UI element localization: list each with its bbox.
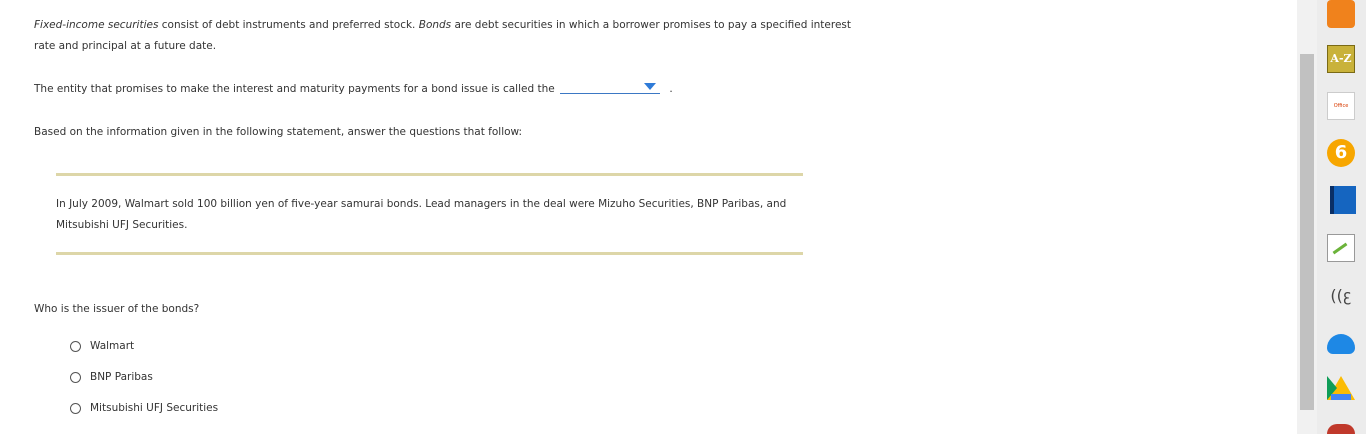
option-label: Mitsubishi UFJ Securities (90, 402, 219, 414)
option-label: BNP Paribas (90, 371, 153, 383)
question-1: The entity that promises to make the int… (34, 79, 673, 100)
six-icon[interactable]: 6 (1327, 139, 1355, 167)
intro-paragraph: Fixed-income securities consist of debt … (34, 15, 854, 57)
a-z-dictionary-icon[interactable]: A-Z (1327, 45, 1355, 73)
question-2: Who is the issuer of the bonds? (34, 303, 200, 315)
dropdown-caret-icon[interactable] (644, 83, 657, 90)
radio-button[interactable] (70, 341, 81, 352)
statement-bottom-rule (56, 252, 803, 255)
answer-dropdown[interactable] (560, 79, 661, 94)
rss-icon[interactable] (1327, 0, 1355, 28)
option-mitsubishi-ufj[interactable]: Mitsubishi UFJ Securities (70, 398, 218, 429)
book-icon[interactable] (1330, 186, 1356, 214)
instruction-text: Based on the information given in the fo… (34, 126, 523, 138)
onedrive-icon[interactable] (1327, 334, 1355, 354)
option-bnp-paribas[interactable]: BNP Paribas (70, 367, 218, 398)
note-icon[interactable] (1327, 234, 1355, 262)
vertical-scrollbar[interactable] (1297, 0, 1317, 434)
question-1-prefix: The entity that promises to make the int… (34, 83, 555, 95)
extension-toolbar: A-Z Office 6 ((ꜫ (1317, 0, 1366, 434)
voice-icon[interactable]: ((ꜫ (1327, 282, 1355, 310)
google-drive-icon-bottom (1331, 394, 1351, 400)
term-bonds: Bonds (418, 19, 452, 31)
intro-text-1: consist of debt instruments and preferre… (158, 19, 419, 31)
term-fixed-income: Fixed-income securities (34, 19, 159, 31)
option-walmart[interactable]: Walmart (70, 336, 218, 367)
office-icon[interactable]: Office (1327, 92, 1355, 120)
radio-button[interactable] (70, 403, 81, 414)
radio-button[interactable] (70, 372, 81, 383)
statement-text: In July 2009, Walmart sold 100 billion y… (56, 198, 787, 231)
statement-top-rule (56, 173, 803, 176)
extension-icon[interactable] (1327, 424, 1355, 434)
answer-options: Walmart BNP Paribas Mitsubishi UFJ Secur… (70, 336, 218, 429)
page: Fixed-income securities consist of debt … (0, 0, 1366, 434)
option-label: Walmart (90, 340, 135, 352)
scrollbar-thumb[interactable] (1300, 54, 1314, 410)
question-1-suffix: . (669, 83, 673, 95)
